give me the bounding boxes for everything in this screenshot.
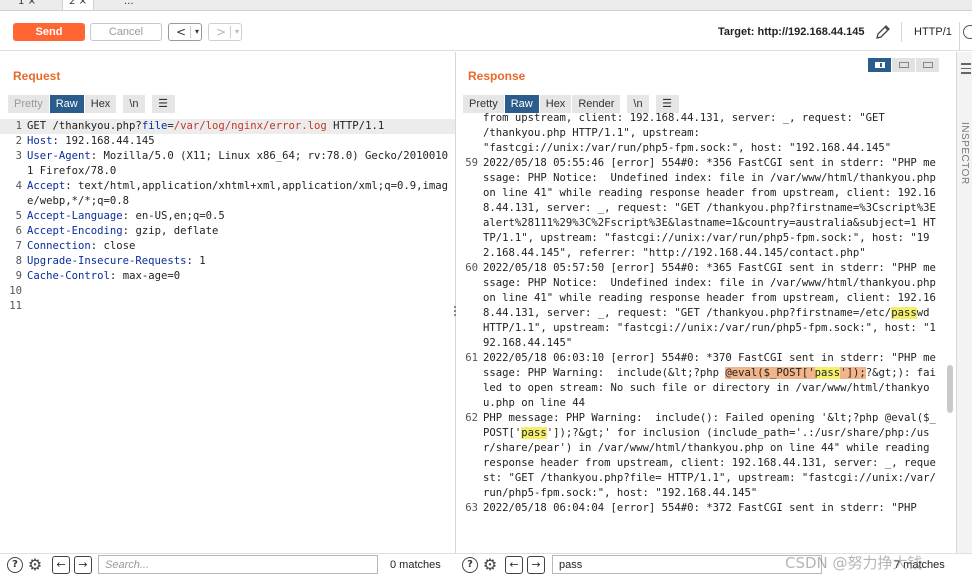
arrow-left-icon[interactable]: ← (505, 556, 523, 574)
menu-icon[interactable]: ☰ (151, 95, 176, 113)
empty-line: 11 (9, 300, 22, 312)
help-icon[interactable]: ? (7, 557, 23, 573)
chevron-down-icon[interactable]: ▾ (232, 24, 242, 40)
request-line: 1 GET /thankyou.php?file=/var/log/nginx/e… (0, 119, 455, 134)
log-line: from upstream, client: 192.168.44.131, s… (483, 112, 885, 124)
match-count: 0 matches (390, 559, 441, 571)
search-input[interactable] (98, 555, 378, 574)
tab-raw[interactable]: Raw (49, 95, 85, 113)
request-view-tabs: Pretty Raw Hex \n ☰ (8, 95, 176, 113)
log-line: 60 2022/05/18 05:57:50 [error] 554#0: *36… (465, 262, 943, 349)
tab-pretty[interactable]: Pretty (8, 95, 50, 113)
log-line: "fastcgi://unix:/var/run/php5-fpm.sock:"… (483, 142, 892, 154)
chevron-right-icon: > (215, 25, 227, 39)
cancel-button[interactable]: Cancel (90, 23, 162, 41)
tab-label: ... (124, 0, 134, 7)
header-line: 9 Cache-Control: max-age=0 (15, 270, 181, 282)
http-version-toggle[interactable]: HTTP/1 (914, 24, 952, 40)
response-pane: Response Pretty Raw Hex Render \n ☰ from… (456, 52, 956, 554)
log-line: 62 PHP message: PHP Warning: include(): F… (465, 412, 936, 499)
send-button[interactable]: Send (13, 23, 85, 41)
history-back-button[interactable]: < ▾ (168, 23, 202, 41)
request-title: Request (13, 69, 61, 83)
response-scrollbar[interactable] (947, 365, 953, 413)
help-icon[interactable] (963, 25, 972, 39)
header-line: 2 Host: 192.168.44.145 (15, 135, 155, 147)
search-input[interactable] (552, 555, 822, 574)
search-match: pass (891, 307, 917, 319)
request-pane: Request Pretty Raw Hex \n ☰ 1 GET /thanky… (0, 52, 456, 554)
header-line: 4 Accept: text/html,application/xhtml+xml… (15, 180, 448, 207)
history-forward-button[interactable]: > ▾ (208, 23, 242, 41)
arrow-left-icon[interactable]: ← (52, 556, 70, 574)
close-icon[interactable]: × (79, 0, 87, 7)
arrow-right-icon[interactable]: → (74, 556, 92, 574)
arrow-right-icon[interactable]: → (527, 556, 545, 574)
request-search-bar: ? ⚙ ← → 0 matches (0, 553, 456, 581)
layout-toggle (868, 58, 940, 72)
log-line: 59 2022/05/18 05:55:46 [error] 554#0: *35… (465, 157, 943, 259)
gear-icon[interactable]: ⚙ (481, 556, 499, 574)
tab-label: 2 (69, 0, 76, 7)
tab-strip: 1 × 2 × ... (0, 0, 972, 11)
header-line: 3 User-Agent: Mozilla/5.0 (X11; Linux x86… (15, 150, 448, 177)
inspector-sidebar[interactable]: INSPECTOR (956, 52, 972, 554)
chevron-down-icon[interactable]: ▾ (192, 24, 202, 40)
gear-icon[interactable]: ⚙ (26, 556, 44, 574)
target-label: Target: http://192.168.44.145 (718, 26, 865, 38)
help-icon[interactable]: ? (462, 557, 478, 573)
request-editor[interactable]: 1 GET /thankyou.php?file=/var/log/nginx/e… (0, 119, 455, 554)
layout-side-by-side-icon[interactable] (868, 58, 892, 72)
response-title: Response (468, 69, 526, 83)
log-line: 63 2022/05/18 06:04:04 [error] 554#0: *37… (465, 502, 917, 514)
log-line: /thankyou.php HTTP/1.1", upstream: (483, 127, 700, 139)
chevron-left-icon: < (175, 25, 187, 39)
watermark: CSDN @努力挣大钱 (785, 554, 923, 572)
header-line: 7 Connection: close (15, 240, 136, 252)
header-line: 5 Accept-Language: en-US,en;q=0.5 (15, 210, 225, 222)
request-toolbar: Send Cancel < ▾ > ▾ Target: http://192.1… (0, 11, 972, 51)
search-match: pass (814, 367, 841, 379)
response-editor[interactable]: from upstream, client: 192.168.44.131, s… (462, 111, 944, 554)
layout-stacked-icon[interactable] (892, 58, 916, 72)
tab-hex[interactable]: Hex (84, 95, 118, 113)
tab-label: 1 (18, 0, 25, 7)
edit-target-icon[interactable] (874, 23, 892, 41)
layout-tabs-icon[interactable] (916, 58, 940, 72)
tab-2[interactable]: 2 × (62, 0, 94, 10)
empty-line: 10 (9, 285, 22, 297)
inspector-menu-icon[interactable] (961, 63, 971, 77)
toggle-newlines-button[interactable]: \n (123, 95, 146, 113)
header-line: 8 Upgrade-Insecure-Requests: 1 (15, 255, 206, 267)
search-match: pass (521, 427, 547, 439)
header-line: 6 Accept-Encoding: gzip, deflate (15, 225, 219, 237)
tab-1[interactable]: 1 × (12, 0, 42, 10)
log-line: 61 2022/05/18 06:03:10 [error] 554#0: *37… (465, 352, 936, 409)
tab-more[interactable]: ... (118, 0, 140, 10)
inspector-label: INSPECTOR (959, 122, 970, 185)
close-icon[interactable]: × (28, 0, 36, 7)
